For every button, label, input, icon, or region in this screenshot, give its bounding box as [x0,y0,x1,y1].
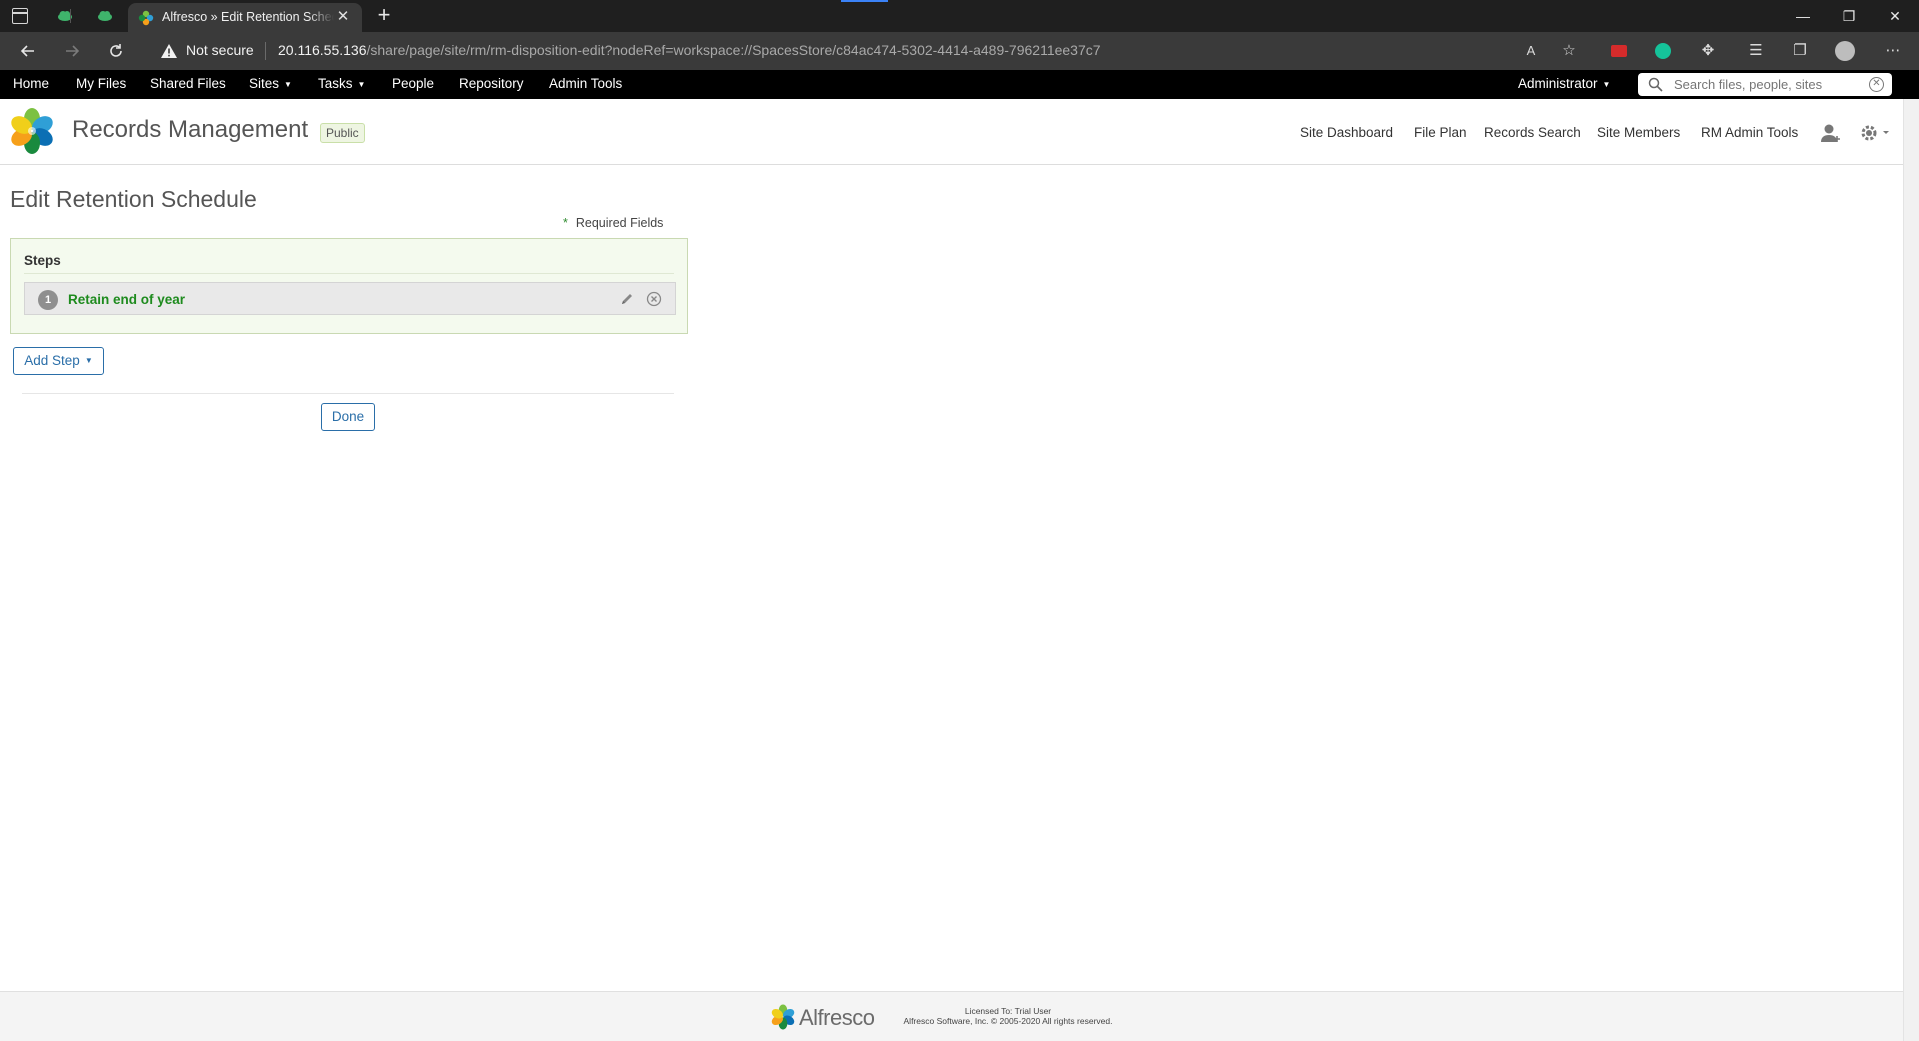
grammarly-icon[interactable] [1652,41,1674,61]
forward-button[interactable] [58,38,86,64]
join-site-user-icon[interactable] [1820,123,1842,143]
site-header: Records Management Public Site Dashboard… [0,99,1903,165]
steps-divider [24,273,674,274]
search-input[interactable] [1674,75,1864,94]
nav-repository[interactable]: Repository [459,76,524,91]
nav-tasks-label: Tasks [318,76,353,91]
close-window-button[interactable]: ✕ [1872,0,1918,32]
search-icon [1648,77,1663,92]
records-search-link[interactable]: Records Search [1484,125,1581,140]
url-host: 20.116.55.136 [278,42,367,58]
alfresco-footer-logo-icon [771,1004,795,1030]
pinned-tab-2[interactable] [86,4,124,28]
add-step-label: Add Step [24,353,80,368]
warning-icon[interactable] [160,43,178,59]
cloud-icon [98,11,112,21]
url-field[interactable]: 20.116.55.136/share/page/site/rm/rm-disp… [278,42,1101,58]
search-box: ✕ [1638,73,1892,96]
pinned-tab-1[interactable] [46,4,84,28]
reload-icon [110,44,122,57]
new-tab-button[interactable]: + [372,4,396,28]
tab-active[interactable]: Alfresco » Edit Retention Schedule ✕ [128,3,362,32]
required-fields-note: * Required Fields [563,216,663,230]
caret-down-icon: ▼ [357,79,366,89]
gear-icon[interactable] [1859,123,1889,143]
alfresco-favicon-icon [138,10,154,26]
nav-people[interactable]: People [392,76,434,91]
step-label[interactable]: Retain end of year [68,292,185,307]
caret-down-icon: ▼ [284,79,292,89]
user-menu[interactable]: Administrator ▼ [1518,76,1610,91]
site-members-link[interactable]: Site Members [1597,125,1680,140]
licensed-to: Licensed To: Trial User [964,1006,1052,1016]
footer: Alfresco Licensed To: Trial User Alfresc… [0,991,1903,1041]
site-title[interactable]: Records Management [72,116,308,144]
nav-admin-tools[interactable]: Admin Tools [549,76,622,91]
page-title: Edit Retention Schedule [10,186,257,212]
more-options-icon[interactable]: ⋯ [1882,41,1904,61]
profile-avatar-icon[interactable] [1834,41,1856,61]
copyright: Alfresco Software, Inc. © 2005-2020 All … [903,1016,1113,1026]
nav-sites[interactable]: Sites ▼ [249,76,292,91]
tab-drag-indicator [841,0,888,2]
nav-tasks[interactable]: Tasks ▼ [318,76,365,91]
done-button[interactable]: Done [321,403,375,431]
step-row[interactable]: 1 Retain end of year [24,282,676,315]
required-fields-label: Required Fields [575,216,664,230]
required-star: * [563,216,568,230]
tab-separator [70,9,71,23]
caret-down-icon: ▼ [1602,79,1611,89]
site-dashboard-link[interactable]: Site Dashboard [1300,125,1393,140]
footer-brand: Alfresco [799,1005,875,1030]
steps-panel: Steps 1 Retain end of year [10,238,688,334]
app-nav-bar: Home My Files Shared Files Sites ▼ Tasks ▼… [0,70,1919,99]
not-secure-label[interactable]: Not secure [186,42,254,58]
favorites-icon[interactable]: ☰ [1745,41,1767,61]
vertical-scrollbar[interactable] [1903,99,1919,1041]
reload-button[interactable] [102,38,130,64]
url-separator [265,42,266,60]
form-divider [22,393,674,394]
footer-license: Licensed To: Trial User Alfresco Softwar… [893,1006,1123,1026]
delete-step-icon[interactable] [646,291,662,307]
nav-home[interactable]: Home [13,76,49,91]
extensions-puzzle-icon[interactable]: ✥ [1697,41,1719,61]
file-plan-link[interactable]: File Plan [1414,125,1467,140]
url-path: /share/page/site/rm/rm-disposition-edit?… [366,42,1101,58]
user-menu-label: Administrator [1518,76,1598,91]
caret-down-icon: ▼ [84,356,93,366]
edit-pencil-icon[interactable] [619,291,635,307]
favorite-star-icon[interactable]: ☆ [1558,41,1580,61]
collections-icon[interactable]: ❐ [1789,41,1811,61]
tab-actions-icon[interactable] [12,8,28,24]
browser-tab-bar: Alfresco » Edit Retention Schedule ✕ + —… [0,0,1919,32]
tab-close-icon[interactable]: ✕ [334,8,352,26]
browser-address-bar: Not secure 20.116.55.136/share/page/site… [0,32,1919,70]
steps-heading: Steps [24,253,61,268]
rm-admin-tools-link[interactable]: RM Admin Tools [1701,125,1798,140]
read-aloud-icon[interactable]: A [1520,41,1542,61]
add-step-button[interactable]: Add Step ▼ [13,347,104,375]
visibility-badge: Public [320,123,365,143]
nav-sites-label: Sites [249,76,280,91]
restore-button[interactable]: ❐ [1826,0,1872,32]
alfresco-logo-icon[interactable] [8,107,56,155]
tab-title: Alfresco » Edit Retention Schedule [162,10,334,24]
extension-red-icon[interactable] [1608,41,1630,61]
clear-search-icon[interactable]: ✕ [1869,77,1884,92]
back-button[interactable] [14,38,42,64]
step-number-badge: 1 [38,290,58,310]
arrow-left-icon [20,45,34,57]
minimize-button[interactable]: — [1780,0,1826,32]
nav-shared-files[interactable]: Shared Files [150,76,226,91]
arrow-right-icon [66,45,80,57]
nav-my-files[interactable]: My Files [76,76,126,91]
